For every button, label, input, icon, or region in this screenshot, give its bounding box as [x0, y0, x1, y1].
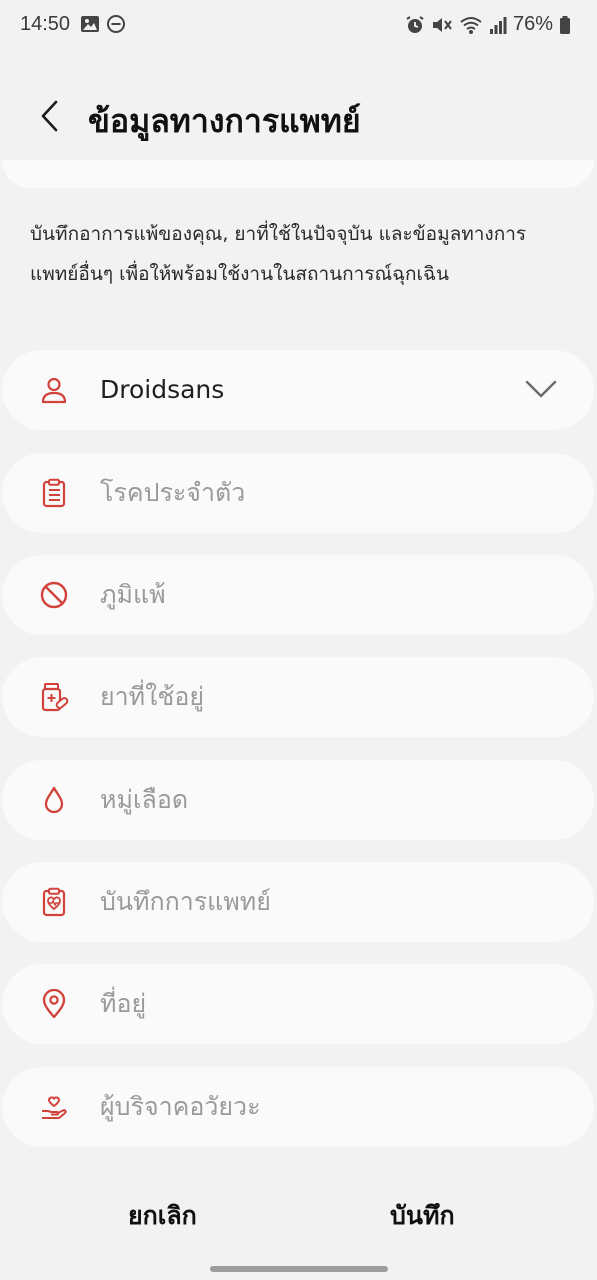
blood-type-field[interactable]: หมู่เลือด: [2, 760, 594, 840]
allergies-label: ภูมิแพ้: [100, 580, 166, 609]
chronic-disease-label: โรคประจำตัว: [100, 478, 246, 507]
person-icon: [41, 377, 67, 404]
status-bar: 14:50 76%: [0, 0, 597, 52]
page-title: ข้อมูลทางการแพทย์: [88, 102, 361, 140]
battery-percent: 76%: [512, 13, 553, 35]
alarm-icon: [406, 15, 424, 33]
intro-description: บันทึกอาการแพ้ของคุณ, ยาที่ใช้ในปัจจุบัน…: [30, 223, 527, 285]
no-allergy-icon: [40, 581, 68, 609]
blood-type-label: หมู่เลือด: [100, 785, 189, 814]
battery-icon: [560, 15, 570, 34]
address-label: ที่อยู่: [100, 989, 147, 1018]
clipboard-list-icon: [42, 478, 66, 508]
bottom-action-bar: ยกเลิก บันทึก: [0, 1180, 597, 1250]
back-button[interactable]: [28, 90, 72, 142]
blood-drop-icon: [44, 786, 64, 814]
chevron-down-icon[interactable]: [524, 376, 558, 402]
do-not-disturb-icon: [107, 15, 125, 33]
medicine-bottle-icon: [41, 683, 69, 712]
chevron-left-icon: [41, 100, 58, 132]
medical-notes-label: บันทึกการแพทย์: [100, 887, 271, 916]
medications-label: ยาที่ใช้อยู่: [100, 682, 205, 711]
allergies-field[interactable]: ภูมิแพ้: [2, 555, 594, 635]
organ-donor-icon: [42, 1096, 67, 1119]
address-field[interactable]: ที่อยู่: [2, 964, 594, 1044]
profile-name-field[interactable]: Droidsans: [2, 350, 594, 430]
chronic-disease-field[interactable]: โรคประจำตัว: [2, 453, 594, 533]
status-right-icons: 76%: [405, 13, 571, 36]
status-left-icons: [80, 14, 126, 34]
status-time: 14:50: [20, 13, 71, 35]
organ-donor-label: ผู้บริจาคอวัยวะ: [100, 1092, 261, 1121]
medications-field[interactable]: ยาที่ใช้อยู่: [2, 657, 594, 737]
image-notification-icon: [81, 16, 99, 32]
location-pin-icon: [42, 989, 66, 1019]
gesture-nav-handle[interactable]: [210, 1266, 388, 1272]
save-button[interactable]: บันทึก: [390, 1194, 455, 1238]
scrolled-card-fragment: [2, 160, 594, 188]
mute-icon: [432, 17, 452, 32]
medical-notes-field[interactable]: บันทึกการแพทย์: [2, 862, 594, 942]
profile-name-value: Droidsans: [100, 375, 225, 404]
signal-icon: [489, 16, 507, 34]
app-header: ข้อมูลทางการแพทย์: [0, 80, 597, 156]
medical-clipboard-icon: [42, 887, 66, 917]
organ-donor-field[interactable]: ผู้บริจาคอวัยวะ: [2, 1067, 594, 1147]
wifi-icon: [460, 16, 482, 34]
cancel-button[interactable]: ยกเลิก: [128, 1194, 197, 1238]
